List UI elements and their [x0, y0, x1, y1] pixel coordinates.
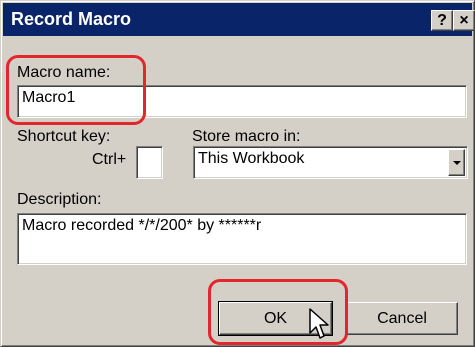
record-macro-dialog: Record Macro ? × Macro name: Macro1 Shor… — [0, 0, 475, 347]
help-icon: ? — [437, 12, 447, 29]
store-macro-in-label: Store macro in: — [192, 128, 300, 146]
store-macro-in-value: This Workbook — [198, 150, 305, 167]
ctrl-prefix-text: Ctrl+ — [92, 151, 127, 168]
store-macro-in-select[interactable]: This Workbook — [193, 146, 468, 179]
macro-name-label-text: Macro name: — [17, 64, 111, 81]
ctrl-prefix-label: Ctrl+ — [92, 151, 126, 169]
description-value: Macro recorded */*/200* by ******r — [22, 217, 262, 234]
store-macro-in-label-text: Store macro in: — [192, 128, 301, 145]
dialog-title: Record Macro — [11, 9, 132, 29]
cancel-button[interactable]: Cancel — [346, 302, 458, 335]
description-label-text: Description: — [17, 191, 102, 208]
description-label: Description: — [17, 191, 101, 209]
description-textarea[interactable]: Macro recorded */*/200* by ******r — [17, 213, 467, 265]
shortcut-key-label-text: Shortcut key: — [17, 128, 111, 145]
macro-name-value: Macro1 — [22, 89, 76, 106]
shortcut-key-label: Shortcut key: — [17, 128, 110, 146]
close-icon: × — [459, 12, 469, 29]
title-bar[interactable]: Record Macro ? × — [3, 3, 475, 36]
cancel-button-label: Cancel — [377, 310, 427, 327]
macro-name-label: Macro name: — [17, 64, 110, 82]
mouse-pointer-icon — [309, 308, 329, 339]
shortcut-key-input[interactable] — [136, 146, 163, 179]
help-button[interactable]: ? — [431, 10, 453, 31]
dropdown-arrow-icon[interactable] — [448, 149, 465, 176]
macro-name-input[interactable]: Macro1 — [17, 85, 467, 118]
close-button[interactable]: × — [453, 10, 475, 31]
